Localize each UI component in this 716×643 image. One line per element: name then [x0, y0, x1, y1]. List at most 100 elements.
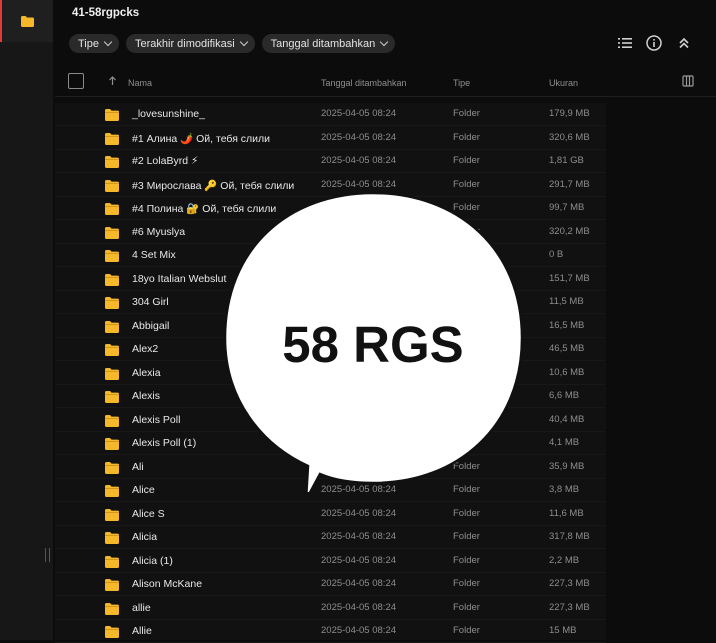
folder-icon	[105, 579, 119, 591]
folder-icon	[105, 273, 119, 286]
file-size: 16,5 MB	[549, 319, 585, 331]
folder-icon	[105, 508, 119, 521]
column-date-added[interactable]: Tanggal ditambahkan	[321, 78, 407, 88]
folder-icon	[105, 532, 119, 544]
file-name: #2 LolaByrd ⚡	[132, 155, 199, 167]
file-date-added: 2025-04-05 08:24	[321, 625, 397, 636]
folder-icon	[105, 367, 119, 380]
table-row[interactable]: Alison McKane 2025-04-05 08:24 Folder 227,3…	[55, 573, 606, 596]
folder-icon	[105, 320, 119, 333]
file-name: 18yo Italian Webslut	[132, 272, 227, 285]
file-date-added: 2025-04-05 08:24	[321, 131, 397, 143]
folder-icon	[105, 297, 119, 309]
file-size: 320,2 MB	[549, 225, 590, 237]
folder-icon	[105, 179, 119, 192]
file-name: Alexia	[132, 366, 161, 379]
file-type: Folder	[453, 131, 480, 143]
chevron-down-icon	[379, 37, 389, 47]
file-type: Folder	[453, 178, 480, 190]
folder-icon	[105, 555, 119, 568]
column-type[interactable]: Tipe	[453, 78, 470, 88]
folder-icon	[105, 250, 119, 262]
file-name: Alicia	[132, 531, 158, 543]
folder-icon	[105, 391, 119, 403]
overlay-text: 58 RGS	[282, 316, 464, 373]
file-name: Abbigail	[132, 319, 170, 332]
resize-handle[interactable]	[45, 548, 50, 562]
file-size: 46,5 MB	[549, 343, 585, 354]
column-name[interactable]: Nama	[128, 78, 152, 88]
file-date-added: 2025-04-05 08:24	[321, 155, 397, 166]
file-size: 291,7 MB	[549, 178, 590, 190]
file-size: 40,4 MB	[549, 413, 585, 425]
file-date-added: 2025-04-05 08:24	[321, 178, 397, 190]
sort-arrow-icon[interactable]	[108, 76, 117, 86]
file-name: Alison McKane	[132, 578, 203, 590]
table-row[interactable]: Alicia 2025-04-05 08:24 Folder 317,8 MB	[55, 526, 606, 549]
table-row[interactable]: #2 LolaByrd ⚡ 2025-04-05 08:24 Folder 1,81 …	[55, 150, 606, 173]
file-date-added: 2025-04-05 08:24	[321, 554, 397, 566]
file-type: Folder	[453, 507, 480, 519]
folder-icon	[105, 414, 119, 427]
file-size: 4,1 MB	[549, 437, 580, 448]
file-type: Folder	[453, 155, 480, 166]
file-size: 3,8 MB	[549, 484, 580, 495]
file-size: 227,3 MB	[549, 601, 590, 613]
file-date-added: 2025-04-05 08:24	[321, 108, 397, 119]
list-view-icon[interactable]	[616, 34, 634, 52]
file-name: 304 Girl	[132, 296, 169, 308]
file-size: 11,5 MB	[549, 296, 584, 307]
filter-last-modified[interactable]: Terakhir dimodifikasi	[126, 34, 255, 53]
filter-label: Terakhir dimodifikasi	[135, 37, 235, 50]
file-type: Folder	[453, 625, 480, 636]
file-size: 151,7 MB	[549, 272, 590, 284]
filter-label: Tanggal ditambahkan	[270, 37, 376, 50]
file-size: 11,6 MB	[549, 507, 584, 519]
folder-icon	[105, 132, 119, 145]
table-row[interactable]: allie 2025-04-05 08:24 Folder 227,3 MB	[55, 597, 606, 620]
folder-icon	[105, 461, 119, 474]
file-size: 35,9 MB	[549, 460, 585, 472]
info-icon[interactable]	[645, 34, 663, 52]
folder-icon	[105, 226, 119, 239]
file-size: 15 MB	[549, 625, 577, 636]
folder-icon	[105, 344, 119, 356]
table-row[interactable]: _lovesunshine_ 2025-04-05 08:24 Folder 179,…	[55, 103, 606, 126]
columns-icon[interactable]	[682, 75, 694, 87]
column-size[interactable]: Ukuran	[549, 78, 578, 88]
table-row[interactable]: Alice S 2025-04-05 08:24 Folder 11,6 MB	[55, 503, 606, 526]
file-name: Ali	[132, 460, 144, 473]
file-name: allie	[132, 601, 151, 614]
file-size: 227,3 MB	[549, 578, 590, 589]
filter-type[interactable]: Tipe	[69, 34, 119, 53]
chevron-down-icon	[103, 37, 113, 47]
file-size: 0 B	[549, 249, 564, 260]
file-date-added: 2025-04-05 08:24	[321, 507, 397, 519]
left-rail	[0, 0, 53, 640]
file-size: 317,8 MB	[549, 531, 590, 542]
rail-item-files[interactable]	[0, 0, 53, 42]
filter-date-added[interactable]: Tanggal ditambahkan	[261, 34, 396, 53]
folder-icon	[105, 626, 119, 638]
file-name: Allie	[132, 625, 152, 637]
file-name: #1 Алина 🌶️ Ой, тебя слили	[132, 132, 271, 145]
file-type: Folder	[453, 554, 480, 566]
folder-icon	[21, 15, 34, 27]
file-date-added: 2025-04-05 08:24	[321, 578, 397, 589]
file-type: Folder	[453, 601, 480, 613]
file-name: Alice S	[132, 507, 165, 520]
table-row[interactable]: #1 Алина 🌶️ Ой, тебя слили 2025-04-05 08:…	[55, 127, 606, 150]
filter-label: Tipe	[78, 37, 99, 50]
filter-bar: Tipe Terakhir dimodifikasi Tanggal ditam…	[69, 34, 396, 53]
collapse-icon[interactable]	[675, 34, 693, 52]
file-size: 10,6 MB	[549, 366, 585, 378]
file-name: Alice	[132, 484, 155, 496]
table-row[interactable]: Alicia (1) 2025-04-05 08:24 Folder 2,2 MB	[55, 550, 606, 573]
chevron-down-icon	[239, 37, 248, 47]
file-name: #6 Myuslya	[132, 225, 186, 238]
file-name: Alexis Poll	[132, 413, 181, 426]
select-all-checkbox[interactable]	[68, 73, 84, 89]
folder-icon	[105, 156, 119, 168]
file-size: 99,7 MB	[549, 202, 585, 213]
folder-title: 41-58rgpcks	[72, 7, 140, 19]
